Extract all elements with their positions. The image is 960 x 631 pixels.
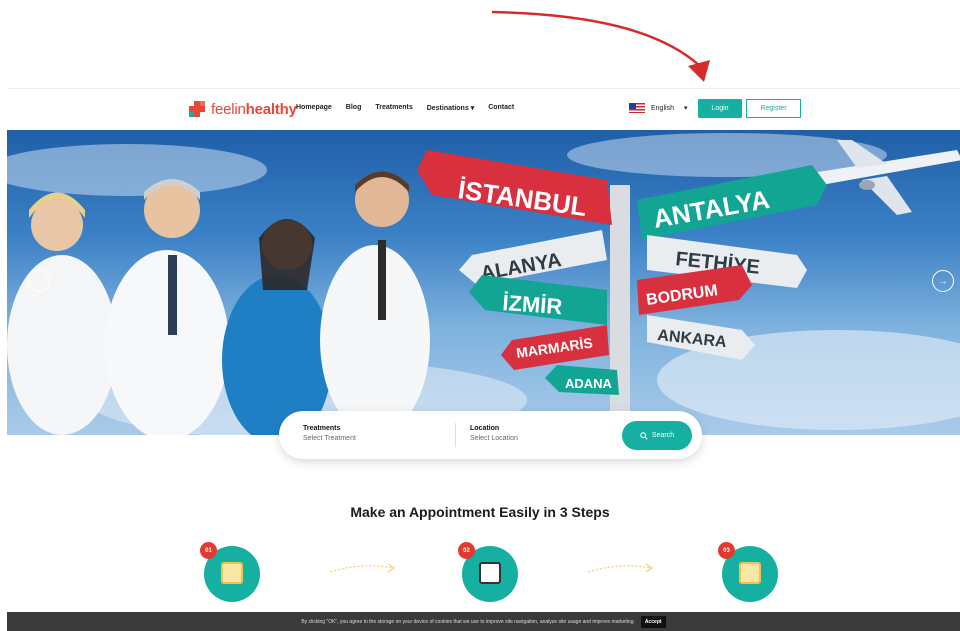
medical-cross-icon — [189, 101, 205, 117]
nav-destinations[interactable]: Destinations ▾ — [427, 104, 474, 112]
treatments-field[interactable]: Treatments Select Treatment — [303, 425, 356, 442]
carousel-next-button[interactable]: → — [932, 270, 954, 292]
step-number: 02 — [458, 542, 475, 559]
id-card-icon — [221, 562, 243, 584]
nav-contact[interactable]: Contact — [488, 104, 514, 112]
search-bar: Treatments Select Treatment Location Sel… — [279, 411, 702, 459]
cookie-text: By clicking "OK", you agree to the stora… — [301, 618, 635, 625]
us-flag-icon — [629, 103, 645, 113]
search-button-label: Search — [651, 432, 675, 439]
main-nav: Homepage Blog Treatments Destinations ▾ … — [296, 104, 514, 112]
phone-booking-icon — [479, 562, 501, 584]
nav-homepage[interactable]: Homepage — [296, 104, 332, 112]
arrow-left-icon: ← — [34, 276, 44, 286]
language-label: English — [651, 104, 674, 112]
logo-text: feelinhealthy — [211, 100, 297, 118]
carousel-prev-button[interactable]: ← — [28, 270, 50, 292]
site-header: feelinhealthy Homepage Blog Treatments D… — [7, 88, 960, 130]
nav-blog[interactable]: Blog — [346, 104, 362, 112]
step-3: 03 — [718, 542, 778, 602]
hero-illustration: İSTANBUL ANTALYA ALANYA FETHİYE İZMİR BO… — [7, 133, 960, 435]
location-label: Location — [470, 425, 500, 432]
caret-down-icon: ▾ — [683, 105, 688, 112]
treatments-label: Treatments — [303, 425, 341, 432]
svg-text:ADANA: ADANA — [565, 376, 613, 391]
cookie-banner: By clicking "OK", you agree to the stora… — [7, 612, 960, 631]
nav-treatments[interactable]: Treatments — [375, 104, 412, 112]
search-button[interactable]: Search — [622, 421, 692, 450]
location-field[interactable]: Location Select Location — [470, 425, 518, 442]
dotted-arrow — [587, 563, 653, 573]
login-button[interactable]: Login — [698, 99, 742, 118]
site-logo[interactable]: feelinhealthy — [187, 100, 297, 118]
svg-text:İZMİR: İZMİR — [502, 290, 564, 319]
step-number: 01 — [200, 542, 217, 559]
step-1: 01 — [200, 542, 260, 602]
search-icon — [640, 431, 648, 440]
location-select[interactable]: Select Location — [470, 435, 518, 442]
search-divider — [455, 423, 456, 447]
language-selector[interactable]: English ▾ — [629, 103, 687, 113]
treatments-select[interactable]: Select Treatment — [303, 435, 356, 442]
register-button[interactable]: Register — [746, 99, 801, 118]
caret-down-icon: ▾ — [470, 105, 475, 112]
arrow-right-icon: → — [938, 276, 948, 286]
step-number: 03 — [718, 542, 735, 559]
cookie-accept-button[interactable]: Accept — [640, 615, 666, 628]
step-2: 02 — [458, 542, 518, 602]
hero-banner: İSTANBUL ANTALYA ALANYA FETHİYE İZMİR BO… — [7, 130, 960, 435]
calendar-icon — [739, 562, 761, 584]
steps-title: Make an Appointment Easily in 3 Steps — [350, 504, 610, 520]
dotted-arrow — [329, 563, 395, 573]
annotation-arrow — [491, 10, 710, 82]
